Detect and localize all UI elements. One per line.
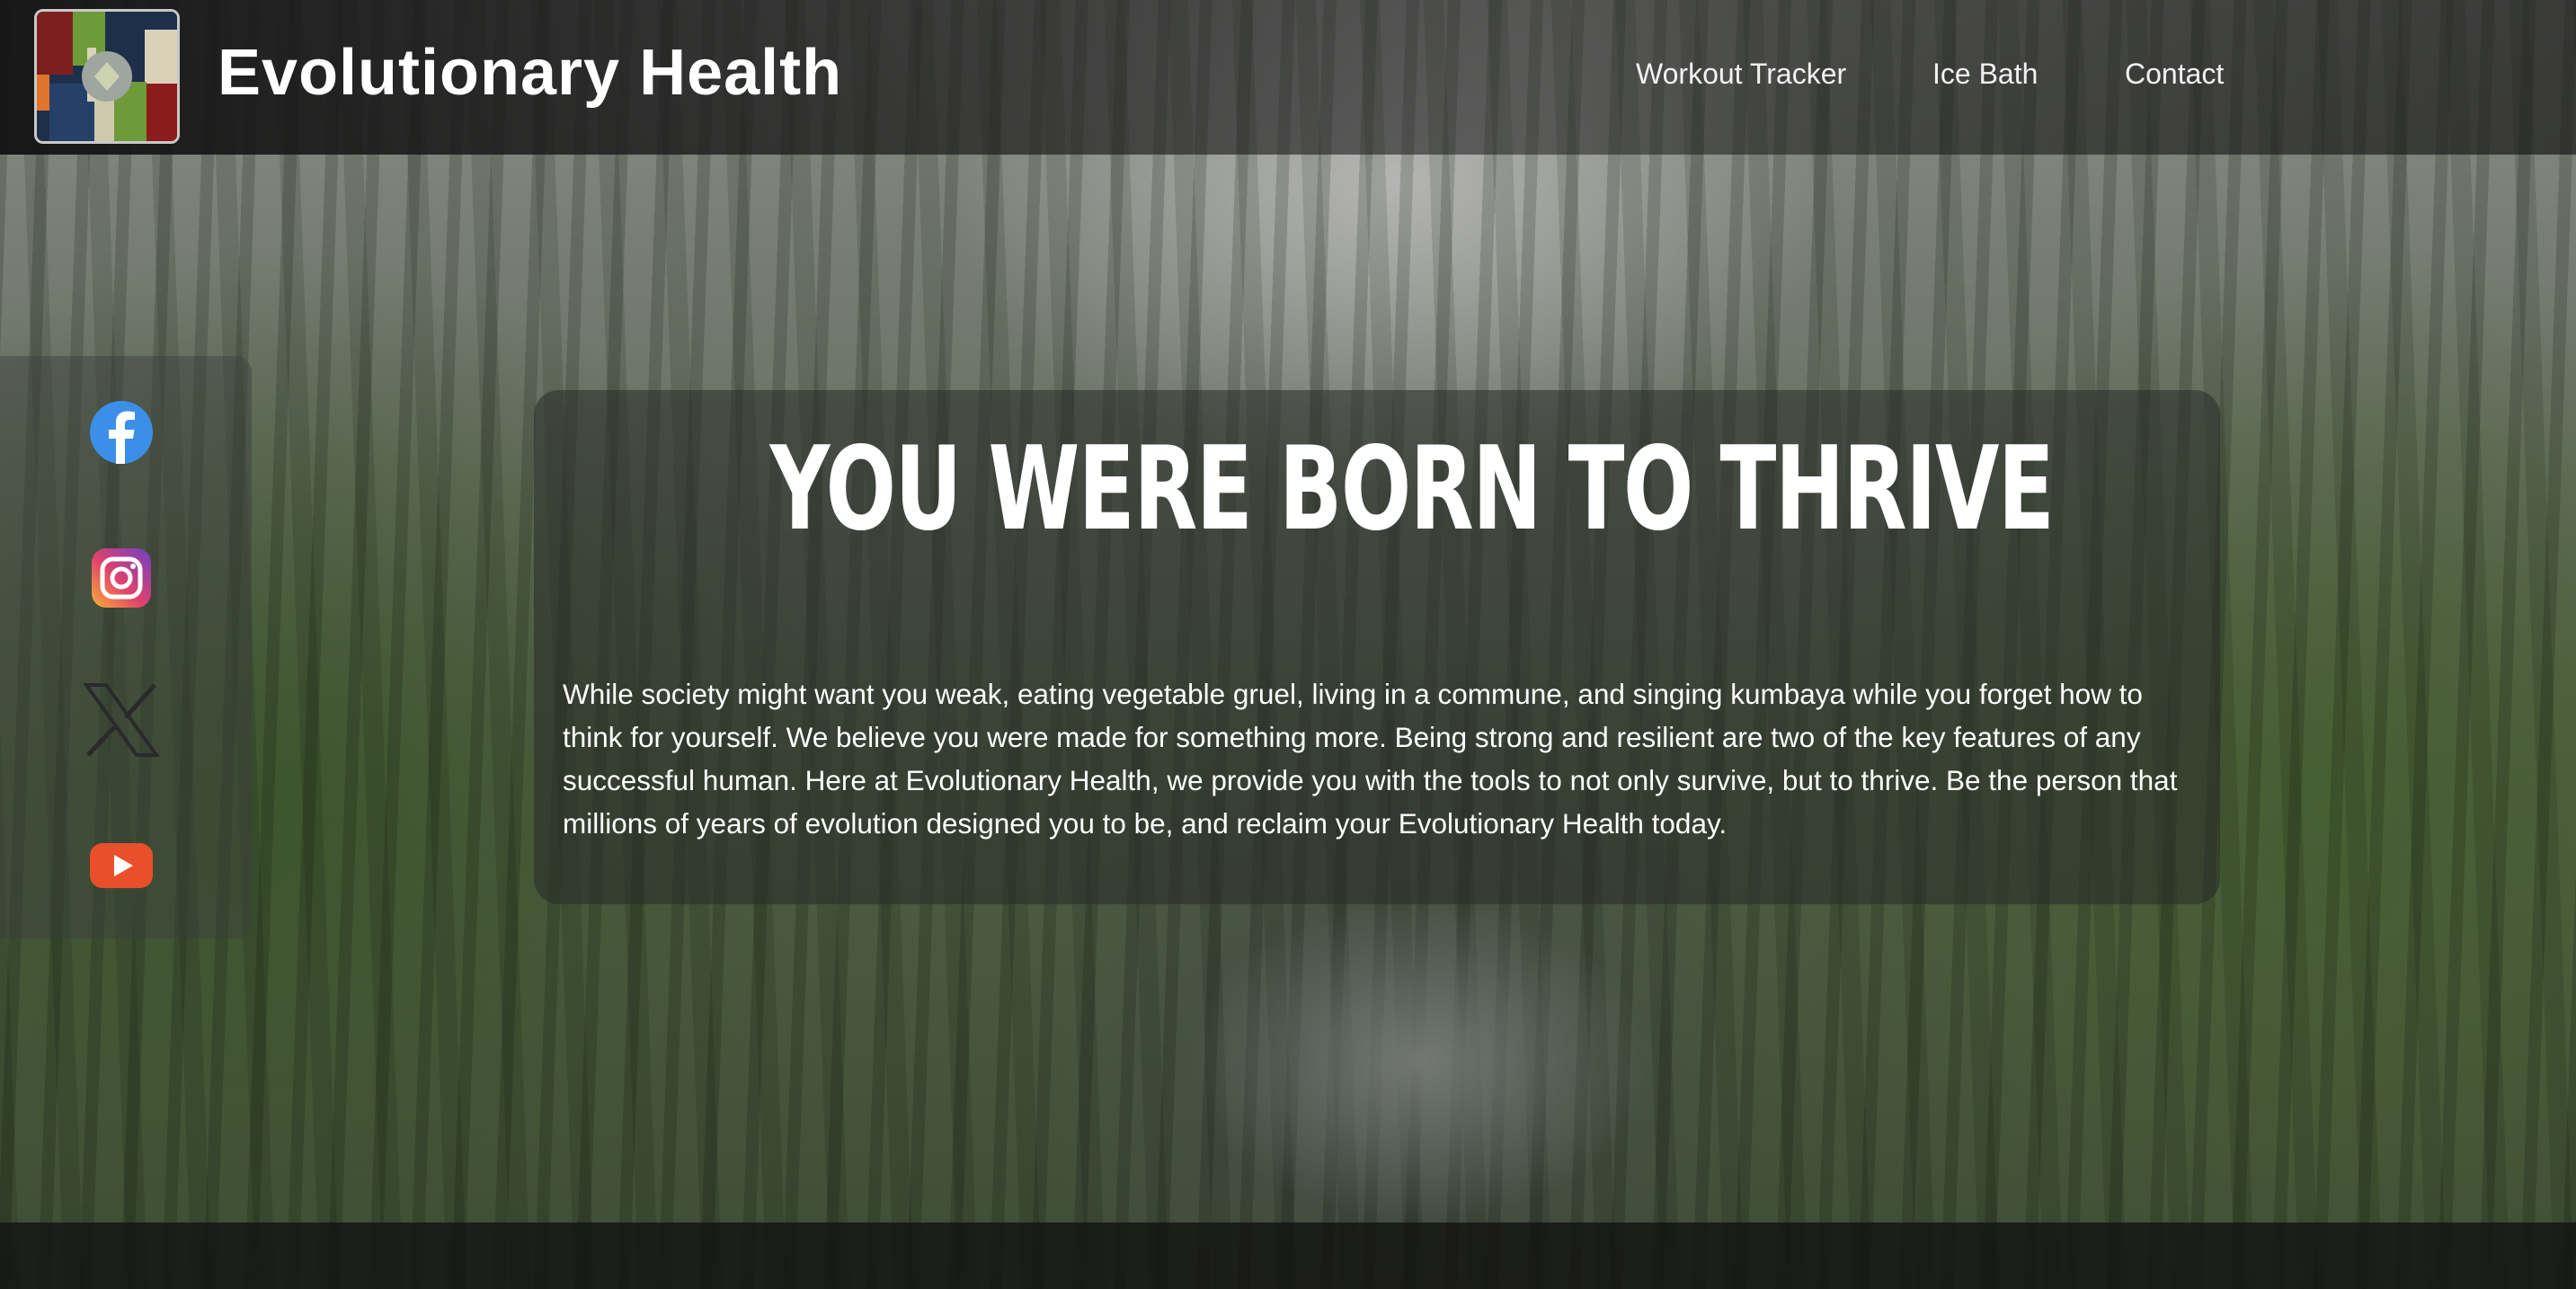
youtube-icon[interactable] xyxy=(88,832,155,899)
hero-title: YOU WERE BORN TO THRIVE xyxy=(769,422,2055,556)
instagram-icon[interactable] xyxy=(88,545,155,611)
x-icon[interactable] xyxy=(83,681,160,759)
nav-contact[interactable]: Contact xyxy=(2125,58,2224,91)
river-background xyxy=(1186,899,1654,1222)
hero-body-text: While society might want you weak, eatin… xyxy=(563,678,2178,840)
logo-icon xyxy=(37,12,177,141)
brand-name[interactable]: Evolutionary Health xyxy=(218,36,842,110)
page: Evolutionary Health Workout Tracker Ice … xyxy=(0,0,2576,1289)
social-sidebar xyxy=(0,356,252,938)
hero-card: YOU WERE BORN TO THRIVE While society mi… xyxy=(534,390,2220,904)
nav-workout-tracker[interactable]: Workout Tracker xyxy=(1636,58,1846,91)
nav-ice-bath[interactable]: Ice Bath xyxy=(1932,58,2038,91)
site-footer xyxy=(0,1222,2576,1289)
site-logo[interactable] xyxy=(34,9,180,144)
facebook-icon[interactable] xyxy=(88,399,155,466)
site-header: Evolutionary Health Workout Tracker Ice … xyxy=(0,0,2576,155)
